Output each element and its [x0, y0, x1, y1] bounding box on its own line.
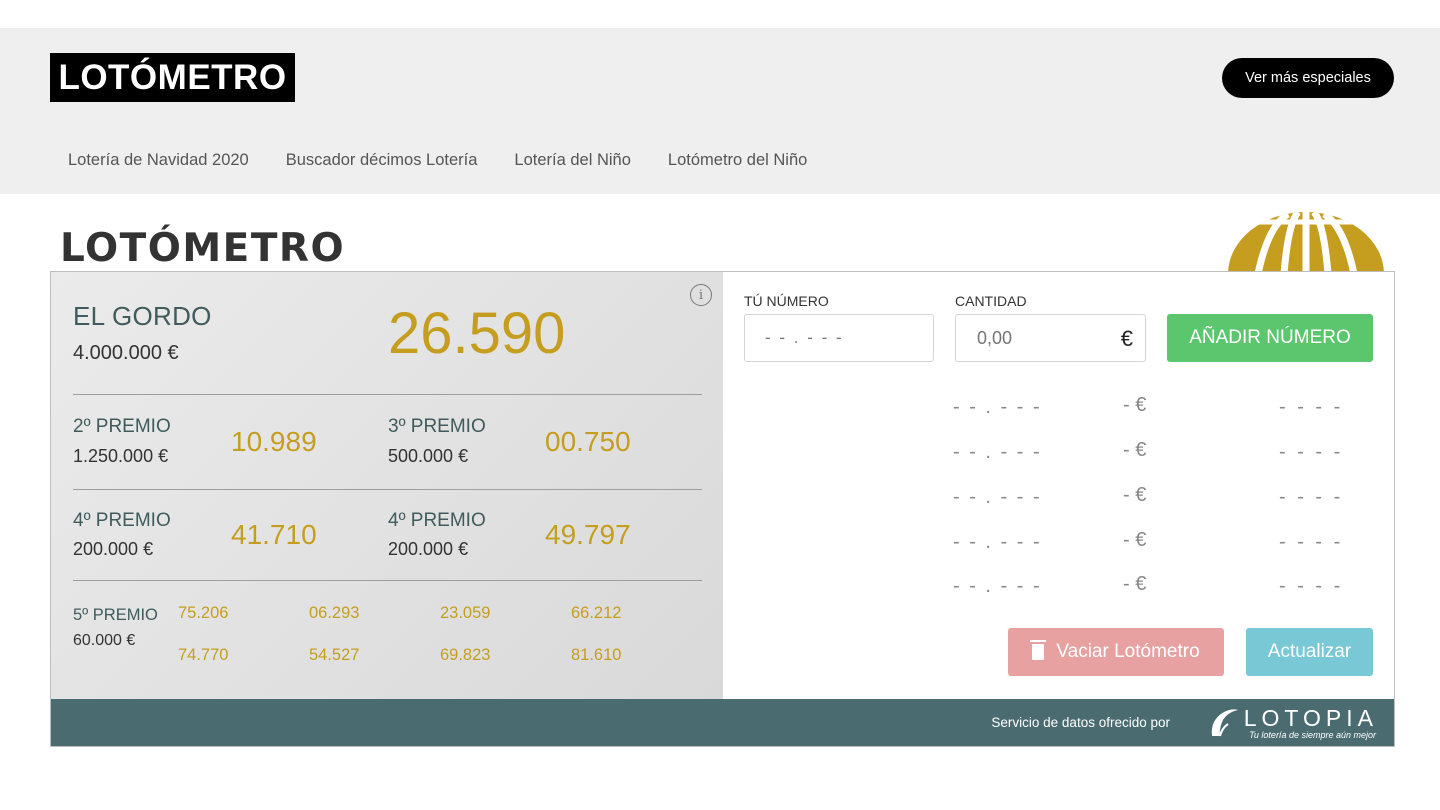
- gordo-name: EL GORDO: [73, 301, 212, 331]
- slot-amount: - €: [1123, 573, 1147, 595]
- fourth-prize-a-amount: 200.000 €: [73, 539, 154, 559]
- fifth-prize-number: 66.212: [571, 604, 622, 622]
- slot-number: - - . - - -: [953, 486, 1042, 508]
- fifth-prize-name: 5º PREMIO: [73, 606, 158, 624]
- brand-tagline: Tu lotería de siempre aún mejor: [1249, 730, 1376, 740]
- slot-number: - - . - - -: [953, 396, 1042, 418]
- nav-item-lotometro-nino[interactable]: Lotómetro del Niño: [668, 151, 807, 170]
- fourth-prize-a-name: 4º PREMIO: [73, 510, 171, 531]
- fifth-prize-number: 74.770: [178, 646, 229, 664]
- fourth-prize-a-number: 41.710: [231, 519, 317, 550]
- slot-amount: - €: [1123, 529, 1147, 551]
- quantity-input[interactable]: [956, 315, 1106, 361]
- info-icon[interactable]: i: [690, 284, 712, 306]
- site-logo[interactable]: LOTÓMETRO: [50, 53, 295, 102]
- second-prize-number: 10.989: [231, 426, 317, 457]
- slot-number: - - . - - -: [953, 575, 1042, 597]
- slot-prize: - - - -: [1279, 441, 1344, 463]
- site-header: LOTÓMETRO Ver más especiales Lotería de …: [0, 28, 1440, 194]
- nav-item-loteria-navidad[interactable]: Lotería de Navidad 2020: [68, 151, 249, 170]
- third-prize-name: 3º PREMIO: [388, 416, 486, 437]
- slot-prize: - - - -: [1279, 396, 1344, 418]
- slot-amount: - €: [1123, 394, 1147, 416]
- gordo-amount: 4.000.000 €: [73, 342, 179, 364]
- gordo-number: 26.590: [388, 301, 566, 366]
- fifth-prize-number: 75.206: [178, 604, 229, 622]
- fourth-prize-b-number: 49.797: [545, 519, 631, 550]
- lottery-drum-icon: [1228, 212, 1384, 274]
- divider: [73, 580, 702, 581]
- results-panel: i EL GORDO 4.000.000 € 26.590 2º PREMIO …: [51, 272, 723, 699]
- number-input[interactable]: [744, 314, 934, 362]
- slot-number: - - . - - -: [953, 441, 1042, 463]
- fifth-prize-number: 81.610: [571, 646, 622, 664]
- euro-sign: €: [1120, 326, 1133, 351]
- fifth-prize-number: 06.293: [309, 604, 360, 622]
- slot-amount: - €: [1123, 484, 1147, 506]
- footer-credit-text: Servicio de datos ofrecido por: [991, 715, 1170, 730]
- number-field-label: TÚ NÚMERO: [744, 293, 829, 309]
- fourth-prize-b-amount: 200.000 €: [388, 539, 469, 559]
- fifth-prize-number: 54.527: [309, 646, 360, 664]
- lotopia-brand[interactable]: LOTOPIA Tu lotería de siempre aún mejor: [1206, 706, 1378, 740]
- brand-name: LOTOPIA: [1243, 705, 1378, 731]
- divider: [73, 489, 702, 490]
- third-prize-amount: 500.000 €: [388, 446, 469, 466]
- second-prize-name: 2º PREMIO: [73, 416, 171, 437]
- main-nav: Lotería de Navidad 2020 Buscador décimos…: [68, 151, 844, 170]
- lotometro-widget: i EL GORDO 4.000.000 € 26.590 2º PREMIO …: [50, 271, 1395, 747]
- update-button[interactable]: Actualizar: [1246, 628, 1373, 676]
- lotopia-logo-icon: [1211, 709, 1238, 737]
- trash-icon: [1030, 640, 1047, 660]
- second-prize-amount: 1.250.000 €: [73, 446, 169, 466]
- widget-title: LOTÓMETRO: [60, 226, 346, 271]
- slot-number: - - . - - -: [953, 531, 1042, 553]
- more-specials-button[interactable]: Ver más especiales: [1222, 58, 1394, 98]
- fifth-prize-amount: 60.000 €: [73, 632, 136, 649]
- fifth-prize-number: 23.059: [440, 604, 491, 622]
- quantity-field-label: CANTIDAD: [955, 293, 1027, 309]
- page: LOTÓMETRO Ver más especiales Lotería de …: [0, 0, 1440, 810]
- fourth-prize-b-name: 4º PREMIO: [388, 510, 486, 531]
- clear-button-label: Vaciar Lotómetro: [1056, 641, 1200, 662]
- slot-prize: - - - -: [1279, 575, 1344, 597]
- nav-item-buscador-decimos[interactable]: Buscador décimos Lotería: [286, 151, 478, 170]
- divider: [73, 394, 702, 395]
- slot-amount: - €: [1123, 439, 1147, 461]
- quantity-field: €: [955, 314, 1146, 362]
- widget-footer: Servicio de datos ofrecido por LOTOPIA T…: [51, 699, 1394, 746]
- nav-item-loteria-nino[interactable]: Lotería del Niño: [514, 151, 631, 170]
- fifth-prize-number: 69.823: [440, 646, 491, 664]
- add-number-button[interactable]: AÑADIR NÚMERO: [1167, 314, 1373, 362]
- third-prize-number: 00.750: [545, 426, 631, 457]
- slot-prize: - - - -: [1279, 486, 1344, 508]
- slot-prize: - - - -: [1279, 531, 1344, 553]
- clear-lotometro-button[interactable]: Vaciar Lotómetro: [1008, 628, 1224, 676]
